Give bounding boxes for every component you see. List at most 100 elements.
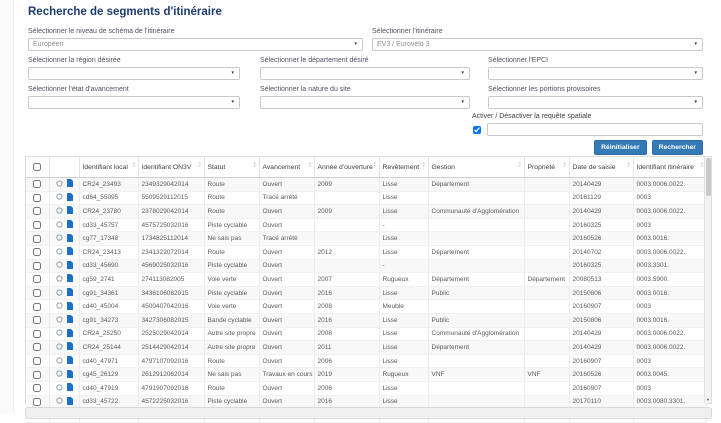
cell: cd40_45004 [79,300,138,314]
file-icon[interactable] [67,261,73,271]
file-icon[interactable] [67,315,73,325]
locate-icon[interactable] [56,221,63,230]
column-header-6[interactable]: Gestion▲▼ [428,157,524,178]
sort-arrows-icon: ▲▼ [627,162,631,169]
row-checkbox[interactable] [33,262,41,270]
field-nature-site: Sélectionner la nature du site ▼ [260,86,470,109]
epci-select[interactable]: ▼ [488,67,703,80]
cell: Département [428,245,524,259]
cell: 20140429 [569,178,633,192]
locate-icon[interactable] [56,329,63,338]
row-select-cell [26,205,49,219]
reset-button[interactable]: Réinitialiser [594,140,647,155]
file-icon[interactable] [67,302,73,312]
file-icon[interactable] [67,220,73,230]
spatial-input[interactable] [487,123,703,136]
locate-icon[interactable] [56,289,63,298]
row-checkbox[interactable] [33,275,41,283]
nature-site-select[interactable]: ▼ [260,96,470,109]
field-region: Sélectionner la région désirée ▼ [28,57,240,80]
column-header-0[interactable]: Identifiant local▲▼ [79,157,138,178]
column-header-3[interactable]: Avancement▲▼ [259,157,314,178]
row-checkbox[interactable] [33,180,41,188]
locate-icon[interactable] [56,234,63,243]
locate-icon[interactable] [56,370,63,379]
cell: Lisse [379,232,428,246]
locate-icon[interactable] [56,397,63,406]
row-select-cell [26,368,49,382]
locate-icon[interactable] [56,193,63,202]
locate-icon[interactable] [56,180,63,189]
avancement-select[interactable]: ▼ [28,96,240,109]
row-checkbox[interactable] [33,235,41,243]
locate-icon[interactable] [56,357,63,366]
cell: 4797107092016 [138,354,204,368]
file-icon[interactable] [67,356,73,366]
file-icon[interactable] [67,397,73,407]
row-checkbox[interactable] [33,248,41,256]
file-icon[interactable] [67,206,73,216]
form-actions: Réinitialiser Rechercher [594,140,703,155]
file-icon[interactable] [67,329,73,339]
file-icon[interactable] [67,234,73,244]
cell: CR24_25144 [79,341,138,355]
cell: 20160907 [569,354,633,368]
cell: Route [204,245,259,259]
chevron-down-icon: ▼ [231,100,235,105]
row-checkbox[interactable] [33,207,41,215]
spatial-checkbox[interactable] [473,126,481,134]
locate-icon[interactable] [56,207,63,216]
schema-level-value: Européen [33,41,63,48]
row-checkbox[interactable] [33,343,41,351]
locate-icon[interactable] [56,261,63,270]
row-checkbox[interactable] [33,384,41,392]
schema-level-select[interactable]: Européen ▼ [28,38,363,51]
row-checkbox[interactable] [33,357,41,365]
table-row: cg91_343613436106082015Piste cyclableOuv… [26,286,706,300]
locate-icon[interactable] [56,302,63,311]
file-icon[interactable] [67,342,73,352]
column-header-2[interactable]: Statut▲▼ [204,157,259,178]
file-icon[interactable] [67,274,73,284]
locate-icon[interactable] [56,384,63,393]
file-icon[interactable] [67,288,73,298]
row-checkbox[interactable] [33,371,41,379]
table-scrollbar[interactable]: ▼ [704,157,711,403]
column-header-1[interactable]: Identifiant ON3V▲▼ [138,157,204,178]
column-header-9[interactable]: Identifiant itinéraire▲▼ [633,157,706,178]
row-checkbox[interactable] [33,289,41,297]
spatial-query-label: Activer / Désactiver la requête spatiale [472,113,703,120]
column-header-8[interactable]: Date de saisie▲▼ [569,157,633,178]
table-row: cd40_479194791907092016RouteOuvert2006Li… [26,381,706,395]
locate-icon[interactable] [56,343,63,352]
file-icon[interactable] [67,383,73,393]
region-select[interactable]: ▼ [28,67,240,80]
results-table-host: Identifiant local▲▼Identifiant ON3V▲▼Sta… [26,157,711,423]
row-checkbox[interactable] [33,398,41,406]
scrollbar-thumb[interactable] [706,158,711,196]
row-checkbox[interactable] [33,194,41,202]
cell: 3436106082015 [138,286,204,300]
row-checkbox[interactable] [33,303,41,311]
departement-select[interactable]: ▼ [260,67,470,80]
locate-icon[interactable] [56,275,63,284]
scroll-down-icon[interactable]: ▼ [705,397,711,402]
file-icon[interactable] [67,179,73,189]
portions-provisoires-select[interactable]: ▼ [488,96,703,109]
file-icon[interactable] [67,370,73,380]
itineraire-select[interactable]: EV3 / Eurovélo 3 ▼ [372,38,703,51]
row-checkbox[interactable] [33,221,41,229]
file-icon[interactable] [67,247,73,257]
file-icon[interactable] [67,193,73,203]
table-row: cd40_479714797107092016RouteOuvert2006Li… [26,354,706,368]
select-all-checkbox[interactable] [33,163,41,171]
column-header-4[interactable]: Année d'ouverture▲▼ [314,157,379,178]
row-checkbox[interactable] [33,316,41,324]
search-button[interactable]: Rechercher [652,140,703,155]
row-checkbox[interactable] [33,330,41,338]
locate-icon[interactable] [56,248,63,257]
locate-icon[interactable] [56,316,63,325]
column-header-5[interactable]: Revêtement▲▼ [379,157,428,178]
cell: cg45_26129 [79,368,138,382]
column-header-7[interactable]: Propriété▲▼ [524,157,569,178]
